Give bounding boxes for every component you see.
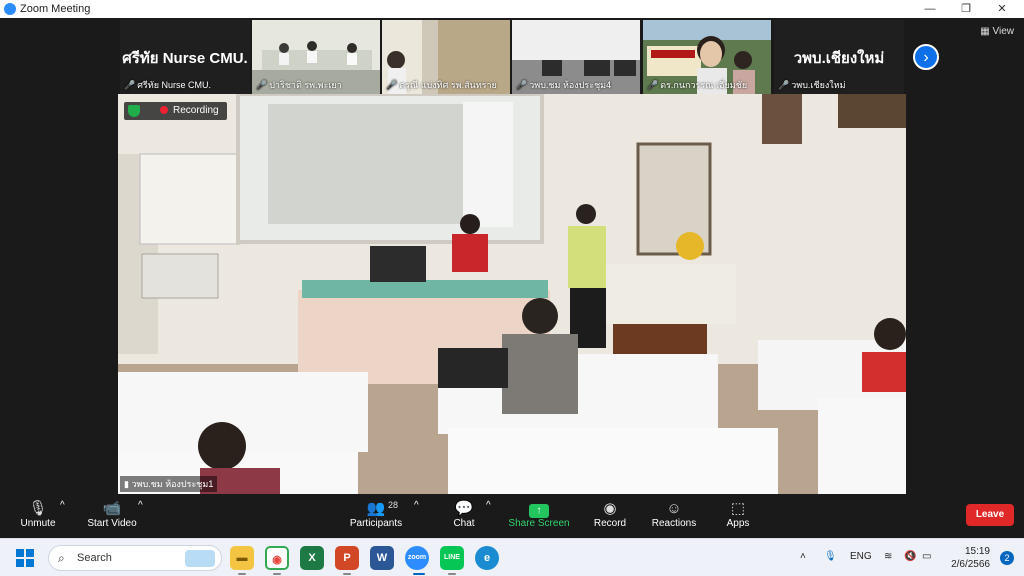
participant-tile[interactable]: 🎤 ปาริชาติ รพ.พะเยา xyxy=(252,20,380,94)
running-indicator xyxy=(448,573,456,575)
volume-muted-icon[interactable]: 🔇 xyxy=(904,551,916,562)
participant-display-name: วพบ.เชียงใหม่ xyxy=(793,50,885,67)
shield-icon xyxy=(128,105,140,117)
participants-count: 28 xyxy=(388,500,399,510)
edge-icon[interactable]: e xyxy=(475,546,499,570)
language-indicator[interactable]: ENG xyxy=(850,551,872,562)
chevron-right-icon: › xyxy=(923,49,929,66)
reactions-label: Reactions xyxy=(651,518,697,529)
file-explorer-icon[interactable]: ▬ xyxy=(230,546,254,570)
recording-indicator[interactable]: Recording xyxy=(124,102,227,120)
participant-tile[interactable]: 🎤 ดรุณี แบ่งทิศ รพ.สันทราย xyxy=(382,20,510,94)
close-button[interactable]: ✕ xyxy=(984,0,1020,18)
reactions-button[interactable]: ☺ Reactions xyxy=(650,500,698,529)
running-indicator xyxy=(273,573,281,575)
excel-icon[interactable]: X xyxy=(300,546,324,570)
record-icon: ◉ xyxy=(603,500,617,517)
participants-label: Participants xyxy=(349,518,403,529)
share-screen-icon: ↑ xyxy=(508,500,570,518)
video-options-caret[interactable]: ^ xyxy=(138,500,143,511)
share-screen-label: Share Screen xyxy=(508,518,570,529)
powerpoint-icon[interactable]: P xyxy=(335,546,359,570)
participant-tile[interactable]: 🎤 วพบ.ชม ห้องประชุม4 xyxy=(512,20,640,94)
record-dot-icon xyxy=(160,106,168,114)
muted-mic-icon: 🎤 xyxy=(386,80,398,90)
running-indicator xyxy=(413,573,425,575)
line-app-icon[interactable]: LINE xyxy=(440,546,464,570)
running-indicator xyxy=(238,573,246,575)
participant-tile[interactable]: 🎤 ดร.กนกวรรณ เอี่ยมชัย xyxy=(643,20,771,94)
taskbar-clock[interactable]: 15:19 2/6/2566 xyxy=(951,545,990,571)
window-title: Zoom Meeting xyxy=(20,3,91,15)
meeting-toolbar: 🎙 Unmute ^ 📹 Start Video ^ 👥 28 Particip… xyxy=(0,496,1024,538)
taskbar-search-box[interactable]: ⌕ Search xyxy=(48,545,222,571)
muted-mic-icon: 🎙 xyxy=(28,500,48,517)
participant-name-label: 🎤 ดรุณี แบ่งทิศ รพ.สันทราย xyxy=(386,80,497,90)
chrome-icon[interactable]: ◉ xyxy=(265,546,289,570)
participant-tile[interactable]: ศรีทัย Nurse CMU. 🎤 ศรีทัย Nurse CMU. xyxy=(120,20,250,94)
window-titlebar: Zoom Meeting — ❐ ✕ xyxy=(0,0,1024,18)
apps-icon: ⬚ xyxy=(730,500,746,517)
audio-options-caret[interactable]: ^ xyxy=(60,500,65,511)
apps-button[interactable]: ⬚ Apps xyxy=(722,500,754,529)
windows-taskbar: ⌕ Search ▬ ◉ X P W zoom LINE e ˄ 🎙 ENG ≋… xyxy=(0,538,1024,576)
start-video-label: Start Video xyxy=(87,518,137,529)
minimize-button[interactable]: — xyxy=(912,0,948,18)
unmute-button[interactable]: 🎙 Unmute xyxy=(16,500,60,529)
meeting-area: ศรีทัย Nurse CMU. 🎤 ศรีทัย Nurse CMU. 🎤 ปา… xyxy=(0,18,1024,496)
start-video-button[interactable]: 📹 Start Video xyxy=(84,500,140,529)
view-button[interactable]: ▦ View xyxy=(980,26,1014,37)
unmute-label: Unmute xyxy=(20,518,56,529)
share-screen-button[interactable]: ↑ Share Screen xyxy=(508,500,570,529)
muted-mic-icon: 🎤 xyxy=(256,80,268,90)
video-off-icon: 📹 xyxy=(102,500,122,517)
recording-label: Recording xyxy=(173,105,219,116)
active-speaker-video: Recording ▮ วพบ.ชม ห้องประชุม1 xyxy=(118,94,906,494)
notification-badge[interactable]: 2 xyxy=(1000,551,1014,565)
muted-mic-icon: 🎤 xyxy=(778,80,790,90)
muted-mic-icon: 🎤 xyxy=(516,80,528,90)
record-label: Record xyxy=(593,518,627,529)
emoji-plus-icon: ☺ xyxy=(666,500,682,517)
clock-date: 2/6/2566 xyxy=(951,559,990,570)
search-highlight-icon xyxy=(185,550,215,567)
wifi-icon[interactable]: ≋ xyxy=(884,551,892,562)
clock-time: 15:19 xyxy=(964,546,990,557)
zoom-app-icon[interactable]: zoom xyxy=(405,546,429,570)
apps-label: Apps xyxy=(726,518,750,529)
search-placeholder: Search xyxy=(77,552,112,564)
maximize-button[interactable]: ❐ xyxy=(948,0,984,18)
speaker-name-label: ▮ วพบ.ชม ห้องประชุม1 xyxy=(120,476,218,492)
word-icon[interactable]: W xyxy=(370,546,394,570)
participant-tile[interactable]: วพบ.เชียงใหม่ 🎤 วพบ.เชียงใหม่ xyxy=(774,20,904,94)
record-button[interactable]: ◉ Record xyxy=(590,500,630,529)
muted-mic-icon: 🎤 xyxy=(124,80,136,90)
leave-button[interactable]: Leave xyxy=(966,504,1014,526)
classroom-scene xyxy=(118,94,906,494)
muted-mic-icon: 🎤 xyxy=(647,80,659,90)
participants-options-caret[interactable]: ^ xyxy=(414,500,419,511)
chat-label: Chat xyxy=(453,518,475,529)
battery-icon[interactable]: ▭ xyxy=(922,551,931,562)
participant-name-label: 🎤 วพบ.เชียงใหม่ xyxy=(778,80,846,90)
chat-options-caret[interactable]: ^ xyxy=(486,500,491,511)
search-icon: ⌕ xyxy=(58,551,65,565)
participant-name-label: 🎤 ปาริชาติ รพ.พะเยา xyxy=(256,80,342,90)
microphone-icon[interactable]: 🎙 xyxy=(824,551,837,562)
participant-name-label: 🎤 วพบ.ชม ห้องประชุม4 xyxy=(516,80,612,90)
participant-name-label: 🎤 ศรีทัย Nurse CMU. xyxy=(124,80,211,90)
grid-icon: ▦ xyxy=(980,26,993,37)
windows-start-icon[interactable] xyxy=(16,549,34,567)
participant-name-label: 🎤 ดร.กนกวรรณ เอี่ยมชัย xyxy=(647,80,748,90)
zoom-logo-icon xyxy=(4,3,16,15)
chat-icon: 💬 xyxy=(454,500,474,517)
participants-button[interactable]: 👥 28 Participants xyxy=(348,500,404,529)
chevron-up-icon[interactable]: ˄ xyxy=(800,551,806,562)
running-indicator xyxy=(343,573,351,575)
participant-display-name: ศรีทัย Nurse CMU. xyxy=(122,50,248,67)
chat-button[interactable]: 💬 Chat xyxy=(448,500,480,529)
next-page-button[interactable]: › xyxy=(913,44,939,70)
